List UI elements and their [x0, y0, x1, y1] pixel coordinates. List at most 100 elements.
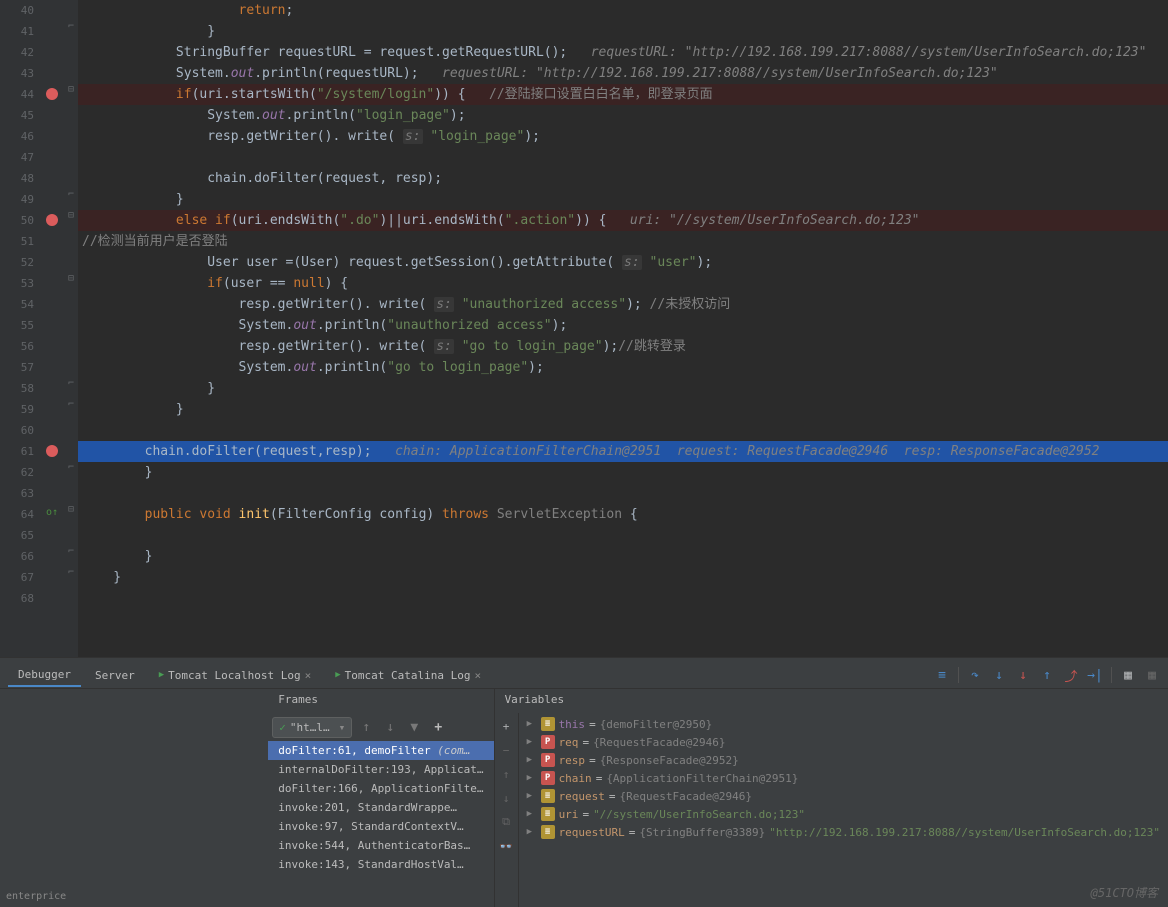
code-line[interactable]: resp.getWriter(). write( s: "login_page"…	[78, 126, 1168, 147]
code-line[interactable]: }	[78, 399, 1168, 420]
force-step-into-icon[interactable]: ↓	[1015, 667, 1031, 683]
debug-toolbar-icons: ≡ ↷ ↓ ↓ ↑ ⤴ →| ▦ ▦	[934, 667, 1160, 683]
move-down-button[interactable]: ↓	[497, 789, 515, 807]
editor-area: 4041424344454647484950515253545556575859…	[0, 0, 1168, 657]
code-area[interactable]: return; } StringBuffer requestURL = requ…	[78, 0, 1168, 657]
next-frame-button[interactable]: ↓	[380, 717, 400, 737]
code-line[interactable]: System.out.println("login_page");	[78, 105, 1168, 126]
variable-item[interactable]: ▶≡ requestURL = {StringBuffer@3389} "htt…	[519, 823, 1168, 841]
expand-icon[interactable]: ▶	[527, 737, 537, 747]
debug-panel: Debugger Server ▶Tomcat Localhost Log× ▶…	[0, 662, 1168, 907]
expand-icon[interactable]: ▶	[527, 773, 537, 783]
frames-list[interactable]: doFilter:61, demoFilter (com…internalDoF…	[268, 741, 493, 874]
filter-button[interactable]: ▼	[404, 717, 424, 737]
drop-frame-icon[interactable]: ⤴	[1063, 667, 1079, 683]
frame-item[interactable]: invoke:544, AuthenticatorBas…	[268, 836, 493, 855]
evaluate-expression-icon[interactable]: ▦	[1120, 667, 1136, 683]
gutter-fold[interactable]: ⌐⊟⌐⊟⊟⌐⌐⌐⊟⌐⌐	[64, 0, 78, 657]
variable-item[interactable]: ▶≡ uri = "//system/UserInfoSearch.do;123…	[519, 805, 1168, 823]
frame-item[interactable]: invoke:97, StandardContextV…	[268, 817, 493, 836]
variable-item[interactable]: ▶≡ request = {RequestFacade@2946}	[519, 787, 1168, 805]
expand-icon[interactable]: ▶	[527, 809, 537, 819]
dropdown-icon: ▾	[339, 721, 346, 734]
close-icon[interactable]: ×	[305, 669, 312, 682]
breakpoint-icon[interactable]	[46, 214, 58, 226]
gutter-marks[interactable]: o↑	[40, 0, 64, 657]
variables-header: Variables	[495, 689, 1168, 713]
new-watch-button[interactable]: +	[497, 717, 515, 735]
code-line[interactable]	[78, 147, 1168, 168]
code-line[interactable]	[78, 588, 1168, 609]
frame-item[interactable]: doFilter:166, ApplicationFilte…	[268, 779, 493, 798]
code-line[interactable]	[78, 420, 1168, 441]
variable-type-icon: P	[541, 771, 555, 785]
frame-item[interactable]: invoke:201, StandardWrappe…	[268, 798, 493, 817]
show-execution-point-icon[interactable]: ≡	[934, 667, 950, 683]
frame-item[interactable]: invoke:143, StandardHostVal…	[268, 855, 493, 874]
variables-panel: Variables + − ↑ ↓ ⧉ 👓 ▶≡ this = {demoFil…	[495, 689, 1168, 907]
tab-tomcat-catalina[interactable]: ▶ Tomcat Catalina Log ×	[325, 665, 491, 686]
thread-select[interactable]: ✓ "ht…l… ▾	[272, 717, 352, 738]
code-line[interactable]: }	[78, 189, 1168, 210]
variable-item[interactable]: ▶P chain = {ApplicationFilterChain@2951}	[519, 769, 1168, 787]
expand-icon[interactable]: ▶	[527, 755, 537, 765]
code-line[interactable]: chain.doFilter(request,resp); chain: App…	[78, 441, 1168, 462]
override-icon[interactable]: o↑	[46, 507, 58, 518]
run-to-cursor-icon[interactable]: →|	[1087, 667, 1103, 683]
remove-watch-button[interactable]: −	[497, 741, 515, 759]
show-watches-button[interactable]: 👓	[497, 837, 515, 855]
code-line[interactable]: resp.getWriter(). write( s: "go to login…	[78, 336, 1168, 357]
code-line[interactable]: chain.doFilter(request, resp);	[78, 168, 1168, 189]
close-icon[interactable]: ×	[475, 669, 482, 682]
breakpoint-icon[interactable]	[46, 88, 58, 100]
expand-icon[interactable]: ▶	[527, 791, 537, 801]
frame-item[interactable]: doFilter:61, demoFilter (com…	[268, 741, 493, 760]
variable-type-icon: P	[541, 735, 555, 749]
frame-item[interactable]: internalDoFilter:193, Applicat…	[268, 760, 493, 779]
code-line[interactable]: }	[78, 546, 1168, 567]
code-line[interactable]	[78, 483, 1168, 504]
debug-left-sidebar	[0, 689, 268, 907]
code-line[interactable]: System.out.println(requestURL); requestU…	[78, 63, 1168, 84]
variable-item[interactable]: ▶≡ this = {demoFilter@2950}	[519, 715, 1168, 733]
tab-tomcat-catalina-label: Tomcat Catalina Log	[345, 669, 471, 682]
prev-frame-button[interactable]: ↑	[356, 717, 376, 737]
tab-server[interactable]: Server	[85, 665, 145, 686]
code-line[interactable]	[78, 525, 1168, 546]
code-line[interactable]: }	[78, 462, 1168, 483]
step-over-icon[interactable]: ↷	[967, 667, 983, 683]
check-icon: ✓	[279, 721, 286, 734]
variable-item[interactable]: ▶P req = {RequestFacade@2946}	[519, 733, 1168, 751]
tab-debugger[interactable]: Debugger	[8, 664, 81, 687]
code-line[interactable]: public void init(FilterConfig config) th…	[78, 504, 1168, 525]
variable-item[interactable]: ▶P resp = {ResponseFacade@2952}	[519, 751, 1168, 769]
code-line[interactable]: //检测当前用户是否登陆	[78, 231, 1168, 252]
code-line[interactable]: }	[78, 378, 1168, 399]
tab-tomcat-localhost[interactable]: ▶Tomcat Localhost Log×	[149, 665, 322, 686]
code-line[interactable]: System.out.println("unauthorized access"…	[78, 315, 1168, 336]
trace-icon[interactable]: ▦	[1144, 667, 1160, 683]
line-numbers-gutter[interactable]: 4041424344454647484950515253545556575859…	[0, 0, 40, 657]
code-line[interactable]: resp.getWriter(). write( s: "unauthorize…	[78, 294, 1168, 315]
code-line[interactable]: }	[78, 21, 1168, 42]
play-icon: ▶	[335, 670, 340, 680]
expand-icon[interactable]: ▶	[527, 719, 537, 729]
variable-type-icon: P	[541, 753, 555, 767]
move-up-button[interactable]: ↑	[497, 765, 515, 783]
expand-icon[interactable]: ▶	[527, 827, 537, 837]
variables-list[interactable]: ▶≡ this = {demoFilter@2950}▶P req = {Req…	[519, 713, 1168, 907]
code-line[interactable]: }	[78, 567, 1168, 588]
breakpoint-icon[interactable]	[46, 445, 58, 457]
code-line[interactable]: System.out.println("go to login_page");	[78, 357, 1168, 378]
code-line[interactable]: else if(uri.endsWith(".do")||uri.endsWit…	[78, 210, 1168, 231]
code-line[interactable]: if(uri.startsWith("/system/login")) { //…	[78, 84, 1168, 105]
code-line[interactable]: StringBuffer requestURL = request.getReq…	[78, 42, 1168, 63]
step-into-icon[interactable]: ↓	[991, 667, 1007, 683]
step-out-icon[interactable]: ↑	[1039, 667, 1055, 683]
duplicate-button[interactable]: ⧉	[497, 813, 515, 831]
code-line[interactable]: User user =(User) request.getSession().g…	[78, 252, 1168, 273]
add-button[interactable]: +	[428, 717, 448, 737]
watermark: @51CTO博客	[1091, 884, 1158, 901]
code-line[interactable]: if(user == null) {	[78, 273, 1168, 294]
code-line[interactable]: return;	[78, 0, 1168, 21]
